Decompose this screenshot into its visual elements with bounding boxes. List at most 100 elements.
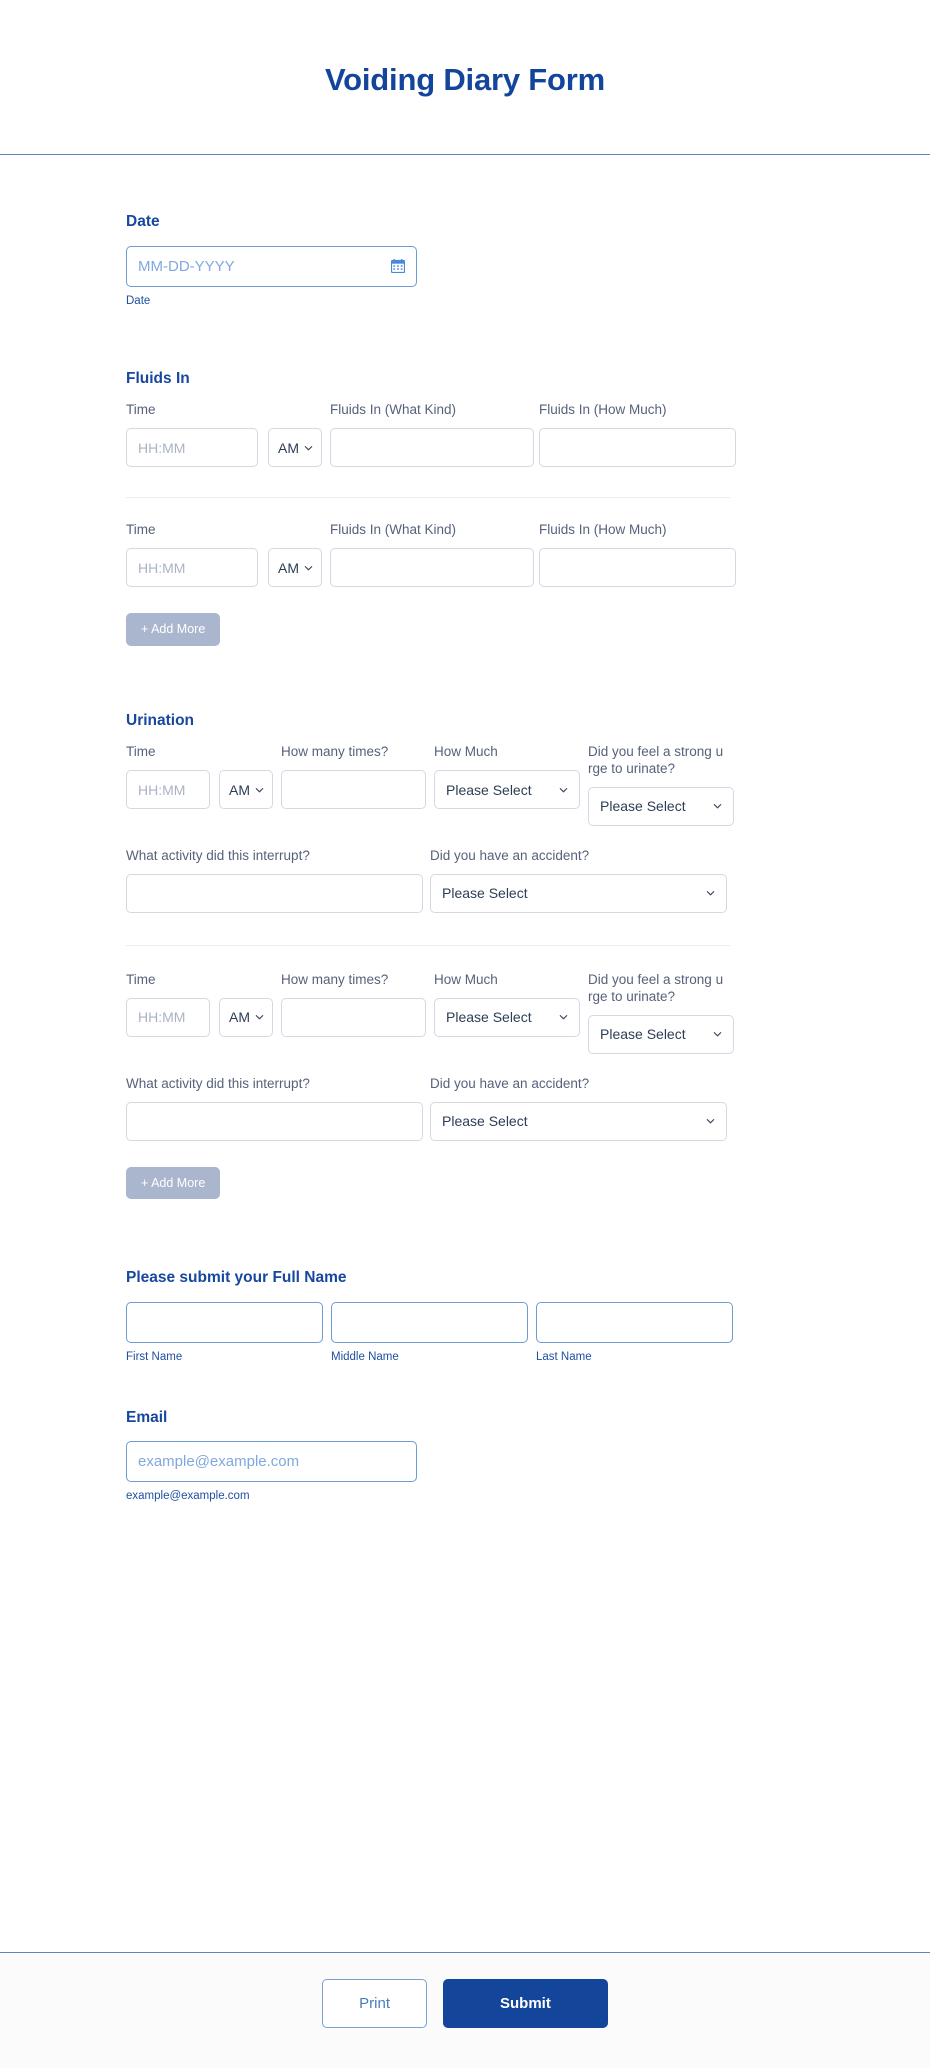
- middle-name-input[interactable]: [331, 1301, 528, 1343]
- urination-row-top: Time AM: [126, 972, 868, 1054]
- urination-time-col: Time AM: [126, 744, 279, 810]
- urination-accident-value: Please Select: [442, 1113, 528, 1130]
- urination-row-bottom: What activity did this interrupt? Did yo…: [126, 1076, 868, 1141]
- fluids-kind-label: Fluids In (What Kind): [330, 402, 457, 418]
- urination-row-top: Time AM: [126, 744, 868, 826]
- chevron-down-icon: [705, 1116, 716, 1127]
- print-button[interactable]: Print: [322, 1979, 427, 2028]
- full-name-row: First Name Middle Name Last Name: [126, 1301, 868, 1365]
- first-name-input[interactable]: [126, 1301, 323, 1343]
- urination-activity-label: What activity did this interrupt?: [126, 1075, 310, 1091]
- fluids-kind-col: Fluids In (What Kind): [330, 402, 534, 468]
- fluids-kind-input[interactable]: [330, 548, 534, 588]
- chevron-down-icon: [558, 1012, 569, 1023]
- urination-ampm-value: AM: [229, 781, 250, 798]
- urination-time-input[interactable]: [126, 770, 210, 810]
- chevron-down-icon: [712, 801, 723, 812]
- urination-howmany-col: How many times?: [281, 744, 426, 810]
- urination-urge-select[interactable]: Please Select: [588, 786, 734, 826]
- urination-howmuch-col: How Much Please Select: [434, 972, 580, 1037]
- form-header: Voiding Diary Form: [0, 0, 930, 155]
- urination-row-bottom: What activity did this interrupt? Did yo…: [126, 848, 868, 913]
- urination-urge-value: Please Select: [600, 798, 686, 815]
- full-name-heading: Please submit your Full Name: [126, 1269, 347, 1287]
- fluids-time-input[interactable]: [126, 548, 258, 588]
- urination-howmuch-select[interactable]: Please Select: [434, 997, 580, 1037]
- chevron-down-icon: [254, 1012, 265, 1023]
- urination-time-input[interactable]: [126, 997, 210, 1037]
- urination-activity-col: What activity did this interrupt?: [126, 848, 423, 913]
- middle-name-col: Middle Name: [331, 1301, 528, 1365]
- fluids-time-col: Time AM: [126, 522, 328, 588]
- form-inner: Date MM-DD-YYYY Date Fluids In Time HH:M…: [62, 155, 868, 1556]
- urination-activity-input[interactable]: [126, 873, 423, 913]
- fluids-row: Time AM: [126, 522, 868, 588]
- chevron-down-icon: [712, 1029, 723, 1040]
- fluids-time-input-wrap: [126, 428, 258, 468]
- fluids-ampm-select[interactable]: AM: [268, 548, 322, 588]
- urination-add-more-button[interactable]: + Add More: [126, 1166, 221, 1200]
- urination-accident-select[interactable]: Please Select: [430, 1101, 727, 1141]
- urination-howmany-col: How many times?: [281, 972, 426, 1037]
- urination-accident-label: Did you have an accident?: [430, 1075, 590, 1091]
- chevron-down-icon: [303, 442, 314, 453]
- fluids-howmuch-input[interactable]: [539, 428, 736, 468]
- urination-accident-col: Did you have an accident? Please Select: [430, 848, 727, 913]
- chevron-down-icon: [558, 784, 569, 795]
- urination-howmuch-value: Please Select: [446, 1009, 532, 1026]
- fluids-howmuch-label: Fluids In (How Much): [539, 522, 667, 538]
- email-input-wrap: [126, 1441, 417, 1483]
- urination-ampm-select[interactable]: AM: [219, 770, 273, 810]
- urination-ampm-wrap: AM: [219, 770, 273, 810]
- urination-urge-col: Did you feel a strong u rge to urinate? …: [588, 972, 734, 1054]
- first-name-col: First Name: [126, 1301, 323, 1365]
- urination-accident-select[interactable]: Please Select: [430, 873, 727, 913]
- chevron-down-icon: [705, 888, 716, 899]
- last-name-col: Last Name: [536, 1301, 733, 1365]
- urination-urge-label-line1: Did you feel a strong u: [588, 971, 724, 987]
- urination-time-input-wrap: [126, 997, 210, 1037]
- form-body: Date MM-DD-YYYY Date Fluids In Time HH:M…: [0, 155, 930, 1952]
- urination-time-input-wrap: [126, 770, 210, 810]
- urination-section-heading: Urination: [126, 711, 195, 729]
- fluids-kind-input[interactable]: [330, 428, 534, 468]
- fluids-time-input-wrap: [126, 548, 258, 588]
- urination-ampm-value: AM: [229, 1009, 250, 1026]
- urination-urge-select[interactable]: Please Select: [588, 1014, 734, 1054]
- urination-activity-input[interactable]: [126, 1101, 423, 1141]
- urination-urge-label: Did you feel a strong u rge to urinate?: [588, 972, 734, 1006]
- email-section: Email example@example.com: [62, 1365, 868, 1557]
- urination-howmany-input[interactable]: [281, 997, 426, 1037]
- last-name-input[interactable]: [536, 1301, 733, 1343]
- email-input[interactable]: [126, 1441, 417, 1483]
- urination-urge-label-line1: Did you feel a strong u: [588, 744, 724, 760]
- urination-urge-label-line2: rge to urinate?: [588, 988, 676, 1004]
- fluids-time-label: Time: [126, 402, 156, 418]
- fluids-row-divider: [126, 497, 730, 499]
- first-name-sub-label: First Name: [126, 1350, 183, 1363]
- urination-accident-label: Did you have an accident?: [430, 847, 590, 863]
- fluids-ampm-select[interactable]: AM: [268, 428, 322, 468]
- urination-ampm-select[interactable]: AM: [219, 997, 273, 1037]
- chevron-down-icon: [303, 562, 314, 573]
- urination-time-label: Time: [126, 744, 156, 760]
- fluids-time-col: Time AM: [126, 402, 328, 468]
- date-section-heading: Date: [126, 213, 160, 230]
- fluids-howmuch-input[interactable]: [539, 548, 736, 588]
- urination-accident-value: Please Select: [442, 885, 528, 902]
- urination-urge-label-line2: rge to urinate?: [588, 761, 676, 777]
- fluids-time-label: Time: [126, 522, 156, 538]
- urination-howmuch-select[interactable]: Please Select: [434, 770, 580, 810]
- fluids-add-more-button[interactable]: + Add More: [126, 613, 221, 646]
- fluids-time-input[interactable]: [126, 428, 258, 468]
- date-input[interactable]: [126, 245, 417, 287]
- submit-button[interactable]: Submit: [443, 1979, 608, 2028]
- form-footer: Print Submit: [0, 1952, 930, 2068]
- fluids-howmuch-col: Fluids In (How Much): [539, 522, 736, 588]
- fluids-ampm-value: AM: [278, 559, 299, 576]
- urination-howmuch-col: How Much Please Select: [434, 744, 580, 810]
- fluids-section-heading: Fluids In: [126, 369, 190, 387]
- middle-name-sub-label: Middle Name: [331, 1350, 399, 1363]
- urination-howmany-input[interactable]: [281, 770, 426, 810]
- email-sub-label: example@example.com: [126, 1490, 250, 1503]
